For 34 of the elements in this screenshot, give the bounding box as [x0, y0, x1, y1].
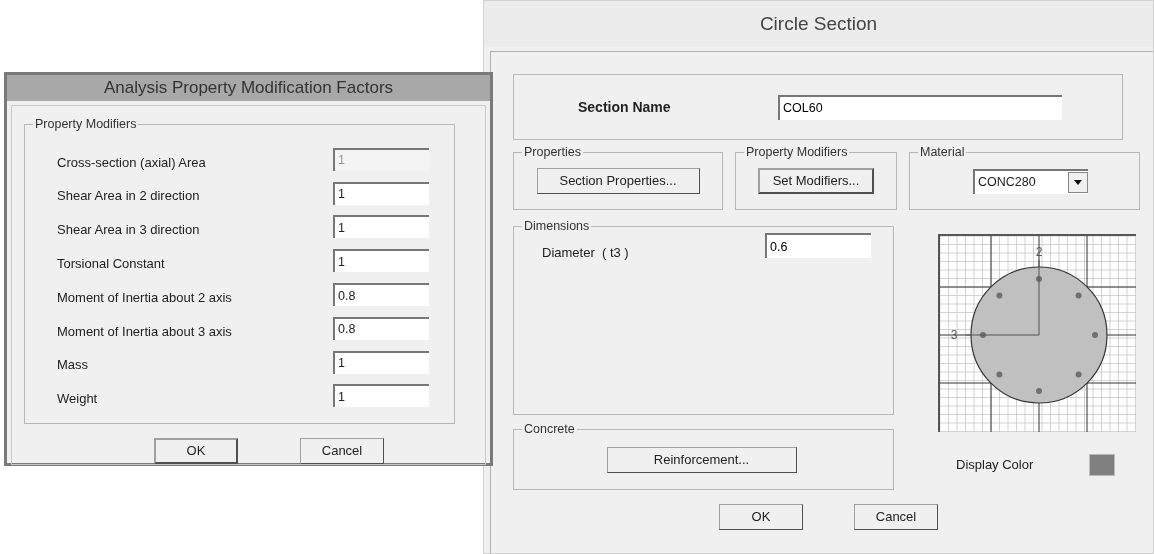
field-label: Mass	[57, 356, 90, 375]
value-field[interactable]: 1	[333, 384, 429, 408]
field-label: Display Color	[956, 456, 1035, 475]
group-label: Property Modifiers	[744, 144, 850, 160]
dialog-button[interactable]: OK	[154, 437, 238, 464]
field-label: Moment of Inertia about 2 axis	[57, 288, 233, 307]
dialog-button[interactable]: Set Modifiers...	[758, 168, 874, 194]
value-field[interactable]: 0.8	[333, 283, 429, 307]
circle-section-drawing: 2 3	[938, 234, 1136, 432]
dialog-button[interactable]: Cancel	[854, 504, 938, 530]
value-field[interactable]: 1	[333, 215, 429, 239]
color-swatch[interactable]	[1089, 454, 1115, 476]
window-title: Analysis Property Modification Factors	[103, 77, 394, 99]
dialog-button[interactable]: Cancel	[300, 437, 384, 464]
diameter-field[interactable]: 0.6	[765, 233, 871, 259]
section-name-field[interactable]: COL60	[778, 94, 1062, 120]
field-label: Shear Area in 3 direction	[57, 221, 201, 240]
value-field[interactable]: 1	[333, 350, 429, 374]
field-label: Cross-section (axial) Area	[57, 153, 207, 172]
field-label: Diameter ( t3 )	[542, 244, 630, 262]
value-field[interactable]: 1	[333, 249, 429, 273]
window-title: Circle Section	[759, 11, 878, 36]
field-label: Section Name	[578, 97, 672, 117]
field-label: Weight	[57, 390, 99, 409]
value-field[interactable]: 0.8	[333, 316, 429, 340]
field-label: Torsional Constant	[57, 255, 166, 274]
field-label: Shear Area in 2 direction	[57, 187, 201, 206]
dialog-button[interactable]: OK	[719, 504, 803, 530]
dialog-button[interactable]: Reinforcement...	[606, 446, 797, 473]
value-field[interactable]: 1	[333, 181, 429, 205]
field-label: Moment of Inertia about 3 axis	[57, 322, 233, 341]
dialog-button[interactable]: Section Properties...	[536, 168, 700, 194]
group-label: Properties	[522, 144, 583, 160]
material-dropdown[interactable]: CONC280	[973, 168, 1088, 194]
